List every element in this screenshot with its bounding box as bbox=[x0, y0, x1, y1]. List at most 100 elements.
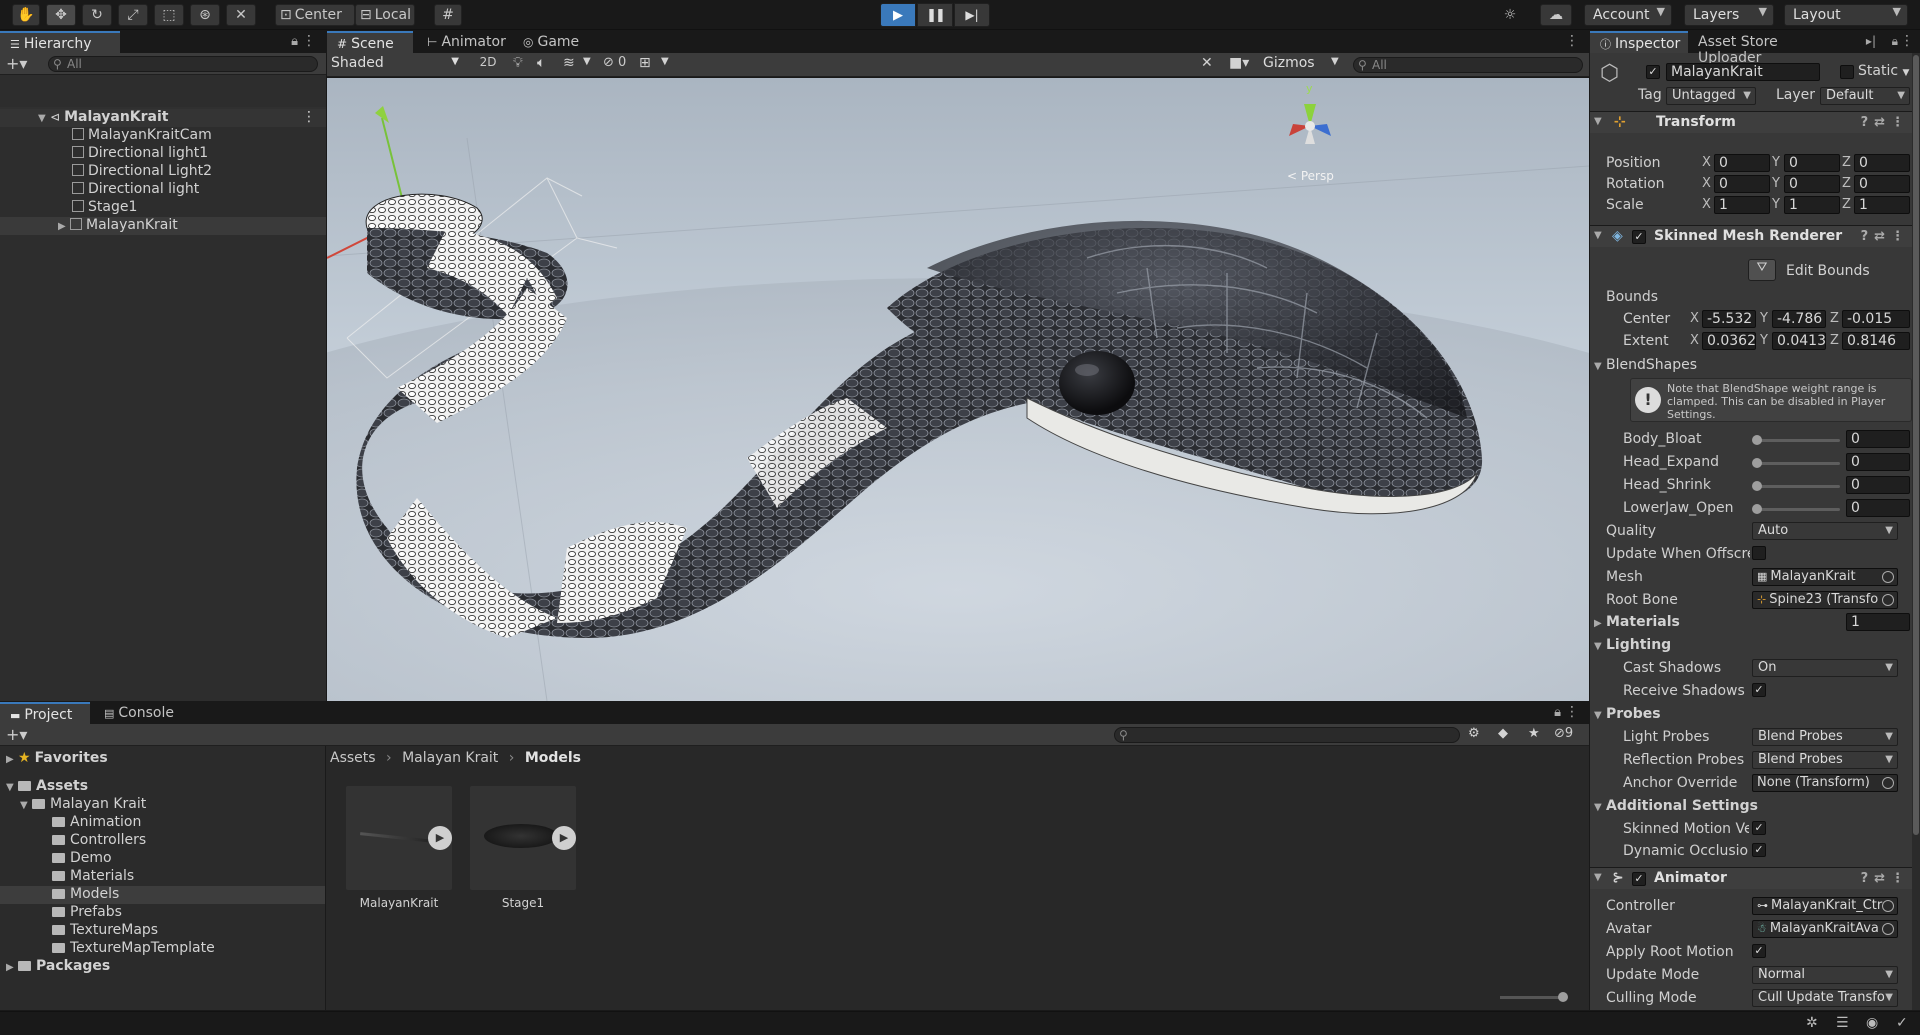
anchor-override-field[interactable]: None (Transform) bbox=[1752, 774, 1898, 792]
object-picker-icon[interactable] bbox=[1882, 900, 1894, 912]
rect-tool-button[interactable]: ⬚ bbox=[154, 4, 184, 26]
blendshape-slider[interactable] bbox=[1756, 462, 1840, 465]
component-enabled-checkbox[interactable]: ✓ bbox=[1632, 872, 1646, 886]
grid-toggle-icon[interactable]: ⊞ bbox=[639, 55, 651, 71]
scene-root-row[interactable]: ▼ ⊲ MalayanKrait ⋮ bbox=[0, 109, 326, 127]
transform-tool-button[interactable]: ⊛ bbox=[190, 4, 220, 26]
orientation-gizmo[interactable]: y bbox=[1275, 82, 1345, 166]
services-icon[interactable]: ☼ bbox=[1496, 4, 1524, 26]
tab-hierarchy[interactable]: ☰ Hierarchy bbox=[0, 31, 120, 53]
center-z-field[interactable]: -0.015 bbox=[1842, 310, 1910, 328]
slider-knob[interactable] bbox=[1752, 458, 1762, 468]
folder-item[interactable]: ▼ Malayan Krait bbox=[0, 796, 325, 814]
hierarchy-item[interactable]: Directional light bbox=[0, 181, 326, 199]
asset-tile[interactable]: ▶ Stage1 bbox=[470, 786, 576, 910]
active-checkbox[interactable]: ✓ bbox=[1646, 65, 1660, 79]
add-icon[interactable]: +▾ bbox=[6, 725, 27, 744]
blendshape-slider[interactable] bbox=[1756, 508, 1840, 511]
light-bake-icon[interactable]: ◉ bbox=[1866, 1015, 1878, 1031]
camera-icon[interactable]: ■▾ bbox=[1229, 55, 1249, 71]
skinned-mesh-renderer-header[interactable]: ▼ ◈ ✓ Skinned Mesh Renderer ?⇄⋮ bbox=[1590, 225, 1920, 247]
layout-dropdown[interactable]: Layout ▼ bbox=[1784, 4, 1908, 26]
kebab-menu-icon[interactable]: ⋮ bbox=[302, 33, 316, 49]
rotation-z-field[interactable]: 0 bbox=[1854, 175, 1910, 193]
position-y-field[interactable]: 0 bbox=[1784, 154, 1840, 172]
layers-dropdown[interactable]: Layers ▼ bbox=[1684, 4, 1774, 26]
extent-y-field[interactable]: 0.0413 bbox=[1772, 332, 1826, 350]
blendshapes-foldout[interactable]: ▼ BlendShapes bbox=[1594, 357, 1697, 373]
folder-item[interactable]: TextureMapTemplate bbox=[0, 940, 325, 958]
scrollbar-thumb[interactable] bbox=[1913, 55, 1919, 835]
pivot-center-button[interactable]: ⊡ Center bbox=[275, 4, 355, 26]
folder-item-selected[interactable]: Models bbox=[0, 886, 325, 904]
gizmos-dropdown[interactable]: Gizmos bbox=[1263, 55, 1325, 74]
center-y-field[interactable]: -4.786 bbox=[1772, 310, 1826, 328]
audio-toggle-icon[interactable]: 🔈︎ bbox=[537, 55, 545, 71]
project-search-input[interactable]: ⚲ bbox=[1114, 727, 1460, 743]
center-x-field[interactable]: -5.532 bbox=[1702, 310, 1756, 328]
assets-item[interactable]: ▼ Assets bbox=[0, 778, 325, 796]
chevron-down-icon[interactable]: ▼ bbox=[1331, 56, 1339, 67]
folder-item[interactable]: Animation bbox=[0, 814, 325, 832]
blendshape-slider[interactable] bbox=[1756, 439, 1840, 442]
animator-header[interactable]: ▼ ⊱ ✓ Animator ?⇄⋮ bbox=[1590, 867, 1920, 889]
hierarchy-item[interactable]: Directional Light2 bbox=[0, 163, 326, 181]
object-picker-icon[interactable] bbox=[1882, 923, 1894, 935]
kebab-menu-icon[interactable]: ⋮ bbox=[302, 109, 316, 125]
extent-z-field[interactable]: 0.8146 bbox=[1842, 332, 1910, 350]
tab-inspector[interactable]: ⓘ Inspector bbox=[1590, 31, 1688, 53]
play-preview-icon[interactable]: ▶ bbox=[428, 826, 452, 850]
materials-foldout[interactable]: ▶ Materials bbox=[1594, 614, 1680, 630]
culling-mode-dropdown[interactable]: Cull Update Transfo ▼ bbox=[1752, 989, 1898, 1007]
static-checkbox[interactable] bbox=[1840, 65, 1854, 79]
star-icon[interactable]: ★ bbox=[1528, 726, 1540, 741]
receive-shadows-checkbox[interactable]: ✓ bbox=[1752, 683, 1766, 697]
hidden-objects-toggle[interactable]: ⊘ 0 bbox=[603, 55, 626, 70]
transform-header[interactable]: ▼ ⊹ Transform ?⇄⋮ bbox=[1590, 111, 1920, 133]
tag-icon[interactable]: ◆ bbox=[1498, 726, 1508, 741]
add-icon[interactable]: +▾ bbox=[6, 54, 27, 73]
materials-count-field[interactable]: 1 bbox=[1846, 613, 1910, 631]
breadcrumb-item[interactable]: Models bbox=[525, 750, 581, 766]
scale-x-field[interactable]: 1 bbox=[1714, 196, 1770, 214]
asset-tile[interactable]: ▶ MalayanKrait bbox=[346, 786, 452, 910]
play-preview-icon[interactable]: ▶ bbox=[552, 826, 576, 850]
scene-search-input[interactable]: ⚲ All bbox=[1353, 57, 1583, 73]
shading-mode-dropdown[interactable]: Shaded ▼ bbox=[331, 55, 463, 74]
cast-shadows-dropdown[interactable]: On ▼ bbox=[1752, 659, 1898, 677]
object-name-field[interactable]: MalayanKrait bbox=[1666, 63, 1820, 81]
folder-item[interactable]: Demo bbox=[0, 850, 325, 868]
extent-x-field[interactable]: 0.0362 bbox=[1702, 332, 1756, 350]
slider-knob[interactable] bbox=[1752, 435, 1762, 445]
pivot-local-button[interactable]: ⊟ Local bbox=[355, 4, 415, 26]
hidden-packages-toggle[interactable]: ⊘9 bbox=[1554, 726, 1573, 741]
pause-button[interactable]: ❚❚ bbox=[917, 3, 953, 27]
hierarchy-item[interactable]: Directional light1 bbox=[0, 145, 326, 163]
breadcrumb-item[interactable]: Assets bbox=[330, 750, 376, 766]
slider-knob[interactable] bbox=[1752, 481, 1762, 491]
quality-dropdown[interactable]: Auto ▼ bbox=[1752, 522, 1898, 540]
lock-icon[interactable]: 🔒︎ bbox=[1892, 34, 1898, 49]
grid-snap-button[interactable]: # bbox=[434, 4, 462, 26]
folder-item[interactable]: Materials bbox=[0, 868, 325, 886]
scale-y-field[interactable]: 1 bbox=[1784, 196, 1840, 214]
expand-icon[interactable]: ▸| bbox=[1866, 34, 1876, 48]
light-probes-dropdown[interactable]: Blend Probes ▼ bbox=[1752, 728, 1898, 746]
filter-type-icon[interactable]: ⚙ bbox=[1468, 726, 1480, 741]
hierarchy-search-input[interactable]: ⚲ All bbox=[48, 56, 318, 72]
lighting-foldout[interactable]: ▼ Lighting bbox=[1594, 637, 1671, 653]
blendshape-slider[interactable] bbox=[1756, 485, 1840, 488]
tab-game[interactable]: ◎ Game bbox=[513, 31, 593, 53]
debug-icon[interactable]: ✲ bbox=[1806, 1015, 1818, 1031]
play-button[interactable]: ▶ bbox=[880, 3, 916, 27]
update-offscreen-checkbox[interactable] bbox=[1752, 546, 1766, 560]
kebab-menu-icon[interactable]: ⋮ bbox=[1900, 33, 1914, 49]
edit-bounds-button[interactable]: ⛛ bbox=[1748, 259, 1776, 281]
tag-dropdown[interactable]: Untagged ▼ bbox=[1666, 87, 1756, 105]
skinned-motion-vectors-checkbox[interactable]: ✓ bbox=[1752, 821, 1766, 835]
kebab-menu-icon[interactable]: ⋮ bbox=[1565, 33, 1579, 49]
lighting-toggle-icon[interactable]: 💡︎ bbox=[513, 55, 523, 71]
object-picker-icon[interactable] bbox=[1882, 594, 1894, 606]
slider-knob[interactable] bbox=[1752, 504, 1762, 514]
component-menu-icon[interactable]: ?⇄⋮ bbox=[1861, 871, 1910, 886]
